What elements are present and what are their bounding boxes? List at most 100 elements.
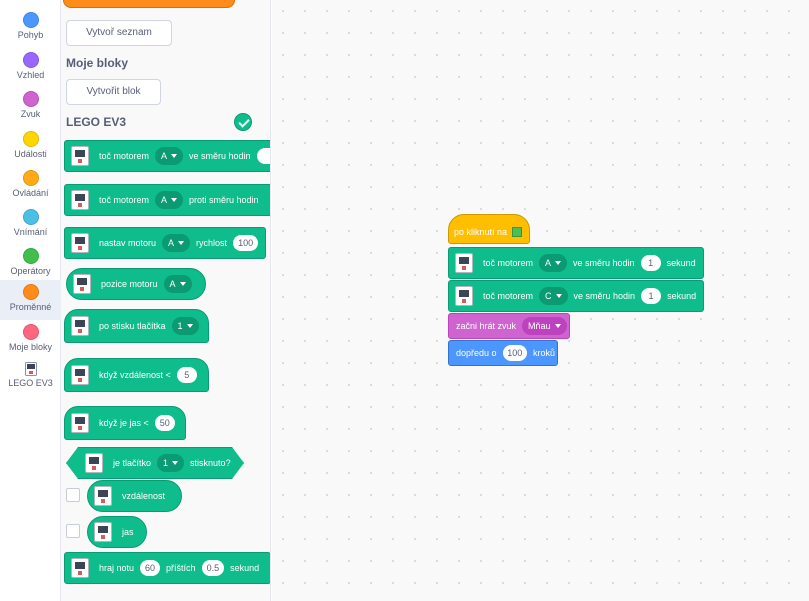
- category-vzhled[interactable]: Vzhled: [0, 48, 61, 88]
- category-label: LEGO EV3: [8, 378, 53, 388]
- block-text: po kliknutí na: [454, 227, 508, 237]
- my-blocks-heading: Moje bloky: [66, 56, 129, 70]
- category-vnimani[interactable]: Vnímání: [0, 205, 61, 245]
- sound-dropdown[interactable]: Mňau: [522, 317, 567, 335]
- port-dropdown[interactable]: C: [539, 287, 568, 305]
- variables-dot-icon: [22, 284, 39, 300]
- category-label: Operátory: [10, 266, 51, 276]
- button-dropdown[interactable]: 1: [171, 317, 199, 335]
- sensing-dot-icon: [22, 209, 39, 225]
- block-text: je tlačítko: [113, 458, 152, 468]
- number-input[interactable]: [256, 148, 270, 164]
- block-when-distance-less[interactable]: když vzdálenost < 5: [64, 358, 209, 392]
- dropdown-value: A: [168, 238, 175, 248]
- block-text: nastav motoru: [99, 238, 157, 248]
- chevron-down-icon: [555, 294, 562, 298]
- script-move-steps[interactable]: dopředu o 100 kroků: [448, 340, 558, 366]
- category-moje-bloky[interactable]: Moje bloky: [0, 320, 61, 360]
- dropdown-value: C: [545, 291, 552, 301]
- extension-status-check-icon: [234, 113, 252, 131]
- block-text: ve směru hodin: [189, 151, 251, 161]
- dropdown-value: 1: [177, 321, 183, 331]
- ev3-brick-icon: [71, 190, 89, 210]
- dropdown-value: A: [545, 258, 552, 268]
- port-dropdown[interactable]: A: [163, 275, 192, 293]
- block-text: jas: [122, 527, 134, 537]
- block-text: když je jas <: [99, 418, 149, 428]
- script-motor-a-clockwise[interactable]: toč motorem A ve směru hodin 1 sekund: [448, 247, 704, 279]
- duration-input[interactable]: 0.5: [201, 560, 225, 576]
- block-motor-counterclockwise[interactable]: toč motorem A proti směru hodin: [64, 184, 270, 216]
- button-dropdown[interactable]: 1: [157, 454, 184, 472]
- distance-input[interactable]: 5: [176, 367, 197, 383]
- brightness-input[interactable]: 50: [154, 415, 175, 431]
- make-block-button[interactable]: Vytvořit blok: [66, 79, 161, 105]
- block-play-note[interactable]: hraj notu 60 příštích 0.5 sekund: [64, 552, 270, 584]
- category-label: Ovládání: [12, 188, 49, 198]
- ev3-brick-icon: [71, 558, 89, 578]
- distance-monitor-checkbox[interactable]: [66, 488, 80, 502]
- block-text: sekund: [666, 258, 696, 268]
- block-motor-position[interactable]: pozice motoru A: [66, 268, 206, 300]
- block-text: pozice motoru: [101, 279, 158, 289]
- category-pohyb[interactable]: Pohyb: [0, 8, 61, 48]
- seconds-input[interactable]: 1: [641, 288, 662, 304]
- port-dropdown[interactable]: A: [155, 147, 184, 165]
- chevron-down-icon: [554, 324, 561, 328]
- speed-input[interactable]: 100: [233, 235, 259, 251]
- block-text: po stisku tlačítka: [99, 321, 166, 331]
- block-text: toč motorem: [483, 291, 534, 301]
- operators-dot-icon: [22, 248, 39, 264]
- script-motor-c-clockwise[interactable]: toč motorem C ve směru hodin 1 sekund: [448, 280, 704, 312]
- block-set-motor-speed[interactable]: nastav motoru A rychlost 100: [64, 227, 266, 259]
- block-text: příštích: [166, 563, 196, 573]
- note-input[interactable]: 60: [140, 560, 161, 576]
- make-list-button[interactable]: Vytvoř seznam: [66, 20, 172, 46]
- script-workspace[interactable]: po kliknutí na toč motorem A ve směru ho…: [272, 0, 809, 601]
- block-text: začni hrát zvuk: [456, 321, 517, 331]
- seconds-input[interactable]: 1: [640, 255, 661, 271]
- chevron-down-icon: [555, 261, 562, 265]
- port-dropdown[interactable]: A: [155, 191, 184, 209]
- block-when-button-pressed[interactable]: po stisku tlačítka 1: [64, 309, 209, 343]
- category-label: Proměnné: [9, 302, 52, 312]
- category-lego-ev3[interactable]: LEGO EV3: [0, 358, 61, 398]
- ev3-brick-icon: [71, 413, 89, 433]
- category-operatory[interactable]: Operátory: [0, 244, 61, 284]
- ev3-brick-icon: [71, 146, 89, 166]
- block-text: hraj notu: [99, 563, 135, 573]
- block-when-flag-clicked[interactable]: po kliknutí na: [448, 214, 530, 244]
- block-when-brightness-less[interactable]: když je jas < 50: [64, 406, 186, 440]
- myblocks-dot-icon: [22, 324, 39, 340]
- dropdown-value: A: [161, 151, 168, 161]
- variable-block-stub[interactable]: [63, 0, 235, 8]
- block-brightness-reporter[interactable]: jas: [87, 516, 147, 548]
- category-ovladani[interactable]: Ovládání: [0, 166, 61, 206]
- category-udalosti[interactable]: Události: [0, 127, 61, 167]
- ev3-brick-icon: [85, 453, 103, 473]
- category-label: Moje bloky: [8, 342, 53, 352]
- category-label: Vzhled: [16, 70, 45, 80]
- steps-input[interactable]: 100: [502, 345, 527, 361]
- ev3-brick-icon: [94, 486, 112, 506]
- block-palette: Vytvoř seznam Moje bloky Vytvořit blok L…: [61, 0, 271, 601]
- category-promenne[interactable]: Proměnné: [0, 280, 61, 320]
- block-text: když vzdálenost <: [99, 370, 171, 380]
- script-start-sound[interactable]: začni hrát zvuk Mňau: [448, 313, 570, 339]
- chevron-down-icon: [186, 324, 193, 328]
- block-text: ve směru hodin: [573, 291, 636, 301]
- block-motor-clockwise[interactable]: toč motorem A ve směru hodin: [64, 140, 270, 172]
- ev3-brick-icon: [455, 253, 473, 273]
- category-label: Pohyb: [17, 30, 44, 40]
- block-text: sekund: [230, 563, 260, 573]
- port-dropdown[interactable]: A: [162, 234, 191, 252]
- dropdown-value: Mňau: [528, 321, 551, 331]
- category-zvuk[interactable]: Zvuk: [0, 87, 61, 127]
- port-dropdown[interactable]: A: [539, 254, 568, 272]
- brightness-monitor-checkbox[interactable]: [66, 524, 80, 538]
- ev3-brick-icon: [24, 362, 37, 376]
- block-button-pressed[interactable]: je tlačítko 1 stisknuto?: [66, 447, 244, 479]
- block-distance-reporter[interactable]: vzdálenost: [87, 480, 182, 512]
- block-text: sekund: [667, 291, 697, 301]
- dropdown-value: A: [169, 279, 176, 289]
